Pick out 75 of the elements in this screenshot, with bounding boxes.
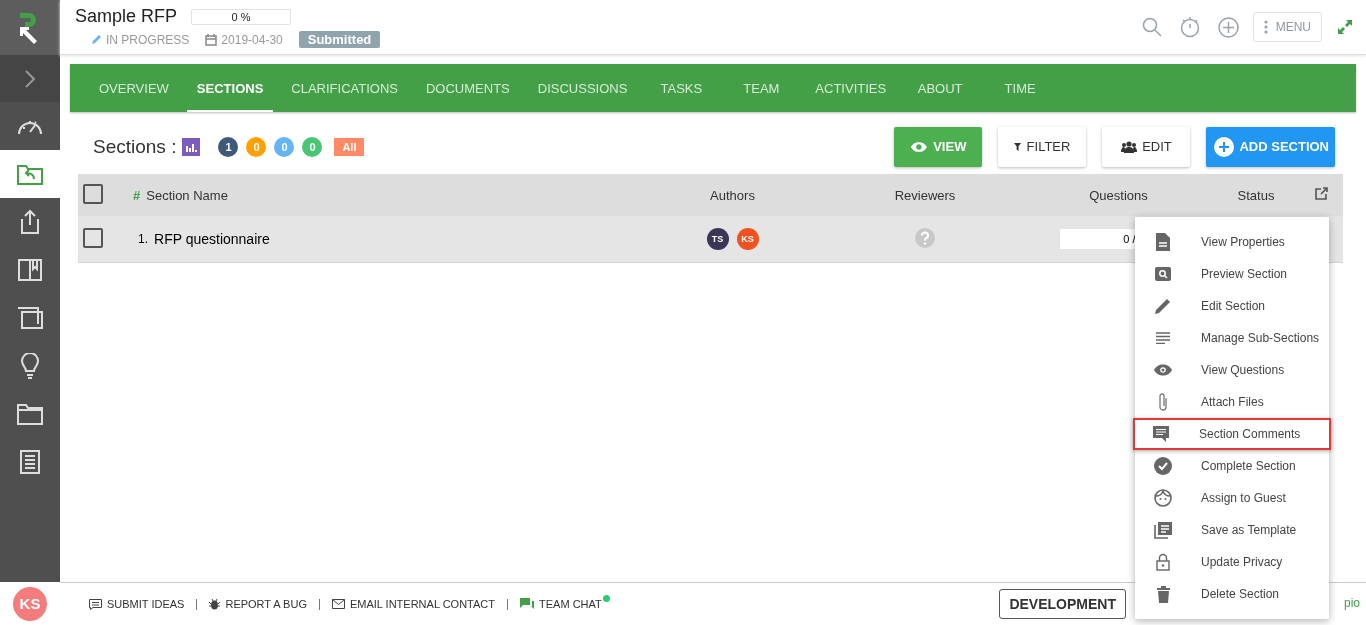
filter-button[interactable]: FILTER <box>998 126 1087 167</box>
menu-item[interactable]: Preview Section <box>1135 258 1329 290</box>
face-icon <box>1154 489 1172 507</box>
eye-icon <box>910 139 929 154</box>
checkbox[interactable] <box>83 183 103 204</box>
checkbox[interactable] <box>83 227 103 248</box>
status-label: IN PROGRESS <box>106 32 190 47</box>
progress-label: 0 % <box>231 10 251 23</box>
document-icon <box>1156 233 1170 251</box>
column-header[interactable]: Questions <box>1089 187 1148 203</box>
windows-icon[interactable] <box>16 306 44 330</box>
hash-icon: # <box>133 187 141 203</box>
column-header[interactable]: Section Name <box>146 187 228 203</box>
paperclip-icon <box>1158 392 1168 412</box>
plus-circle-icon <box>1214 136 1235 157</box>
section-name[interactable]: RFP questionnaire <box>154 231 270 247</box>
footer-link[interactable]: REPORT A BUG <box>209 598 307 610</box>
comment-icon <box>89 598 102 610</box>
author-avatar[interactable]: TS <box>706 228 729 250</box>
menu-item[interactable]: View Questions <box>1135 354 1329 386</box>
row-number: 1. <box>138 232 148 246</box>
menu-item[interactable]: Complete Section <box>1135 450 1329 482</box>
chat-icon <box>520 598 534 610</box>
filter-icon <box>1014 140 1022 153</box>
footer-link[interactable]: SUBMIT IDEAS <box>89 598 185 610</box>
column-header[interactable]: Status <box>1237 187 1275 203</box>
calendar-icon <box>205 33 218 46</box>
menu-item[interactable]: Delete Section <box>1135 578 1329 610</box>
eye-icon <box>1154 364 1172 376</box>
expand-icon[interactable] <box>1338 20 1352 34</box>
trash-icon <box>1156 585 1170 603</box>
external-link-icon[interactable] <box>1315 187 1328 200</box>
environment-button[interactable]: DEVELOPMENT <box>999 589 1126 619</box>
bug-icon <box>209 598 221 610</box>
menu-item[interactable]: Update Privacy <box>1135 546 1329 578</box>
project-title: Sample RFP <box>75 6 178 27</box>
padlock-icon <box>1156 553 1170 571</box>
footer-link[interactable]: TEAM CHAT <box>520 598 602 610</box>
edit-button[interactable]: EDIT <box>1102 126 1191 167</box>
users-icon <box>1121 140 1138 153</box>
chevron-right-icon[interactable] <box>24 68 36 89</box>
sections-heading: Sections : <box>93 135 177 158</box>
folder-arrow-icon[interactable] <box>16 162 44 186</box>
due-date: 2019-04-30 <box>221 32 283 47</box>
plus-circle-icon[interactable] <box>1217 16 1239 38</box>
menu-item[interactable]: Save as Template <box>1135 514 1329 546</box>
comment-icon <box>1153 426 1169 442</box>
stacked-pages-icon <box>1154 521 1172 539</box>
search-icon[interactable] <box>1141 17 1162 37</box>
sidebar-item[interactable] <box>0 150 60 198</box>
pencil-icon <box>1155 298 1171 314</box>
status-badge: Submitted <box>298 31 381 48</box>
menu-item[interactable]: Assign to Guest <box>1135 482 1329 514</box>
count-badge[interactable]: 1 <box>218 136 239 157</box>
check-circle-icon <box>1154 457 1172 475</box>
pencil-icon <box>91 34 102 45</box>
book-icon[interactable] <box>17 258 43 282</box>
lines-icon <box>1156 332 1170 344</box>
footer-link[interactable]: EMAIL INTERNAL CONTACT <box>331 598 495 610</box>
menu-item[interactable]: Attach Files <box>1135 386 1329 418</box>
preview-icon <box>1155 267 1171 281</box>
column-header[interactable]: Reviewers <box>894 187 956 203</box>
folder-icon[interactable] <box>16 402 44 426</box>
column-header[interactable]: Authors <box>710 187 755 203</box>
document-list-icon[interactable] <box>18 449 42 475</box>
bar-chart-icon[interactable] <box>182 137 201 156</box>
lightbulb-icon[interactable] <box>20 353 40 379</box>
menu-item[interactable]: Manage Sub-Sections <box>1135 322 1329 354</box>
upload-icon[interactable] <box>18 209 42 235</box>
footer-text: pio <box>1344 596 1360 610</box>
envelope-icon <box>331 599 345 609</box>
dots-vertical-icon <box>1263 20 1268 34</box>
menu-item[interactable]: Edit Section <box>1135 290 1329 322</box>
menu-item[interactable]: Section Comments <box>1133 418 1331 450</box>
stopwatch-icon[interactable] <box>1179 16 1200 38</box>
